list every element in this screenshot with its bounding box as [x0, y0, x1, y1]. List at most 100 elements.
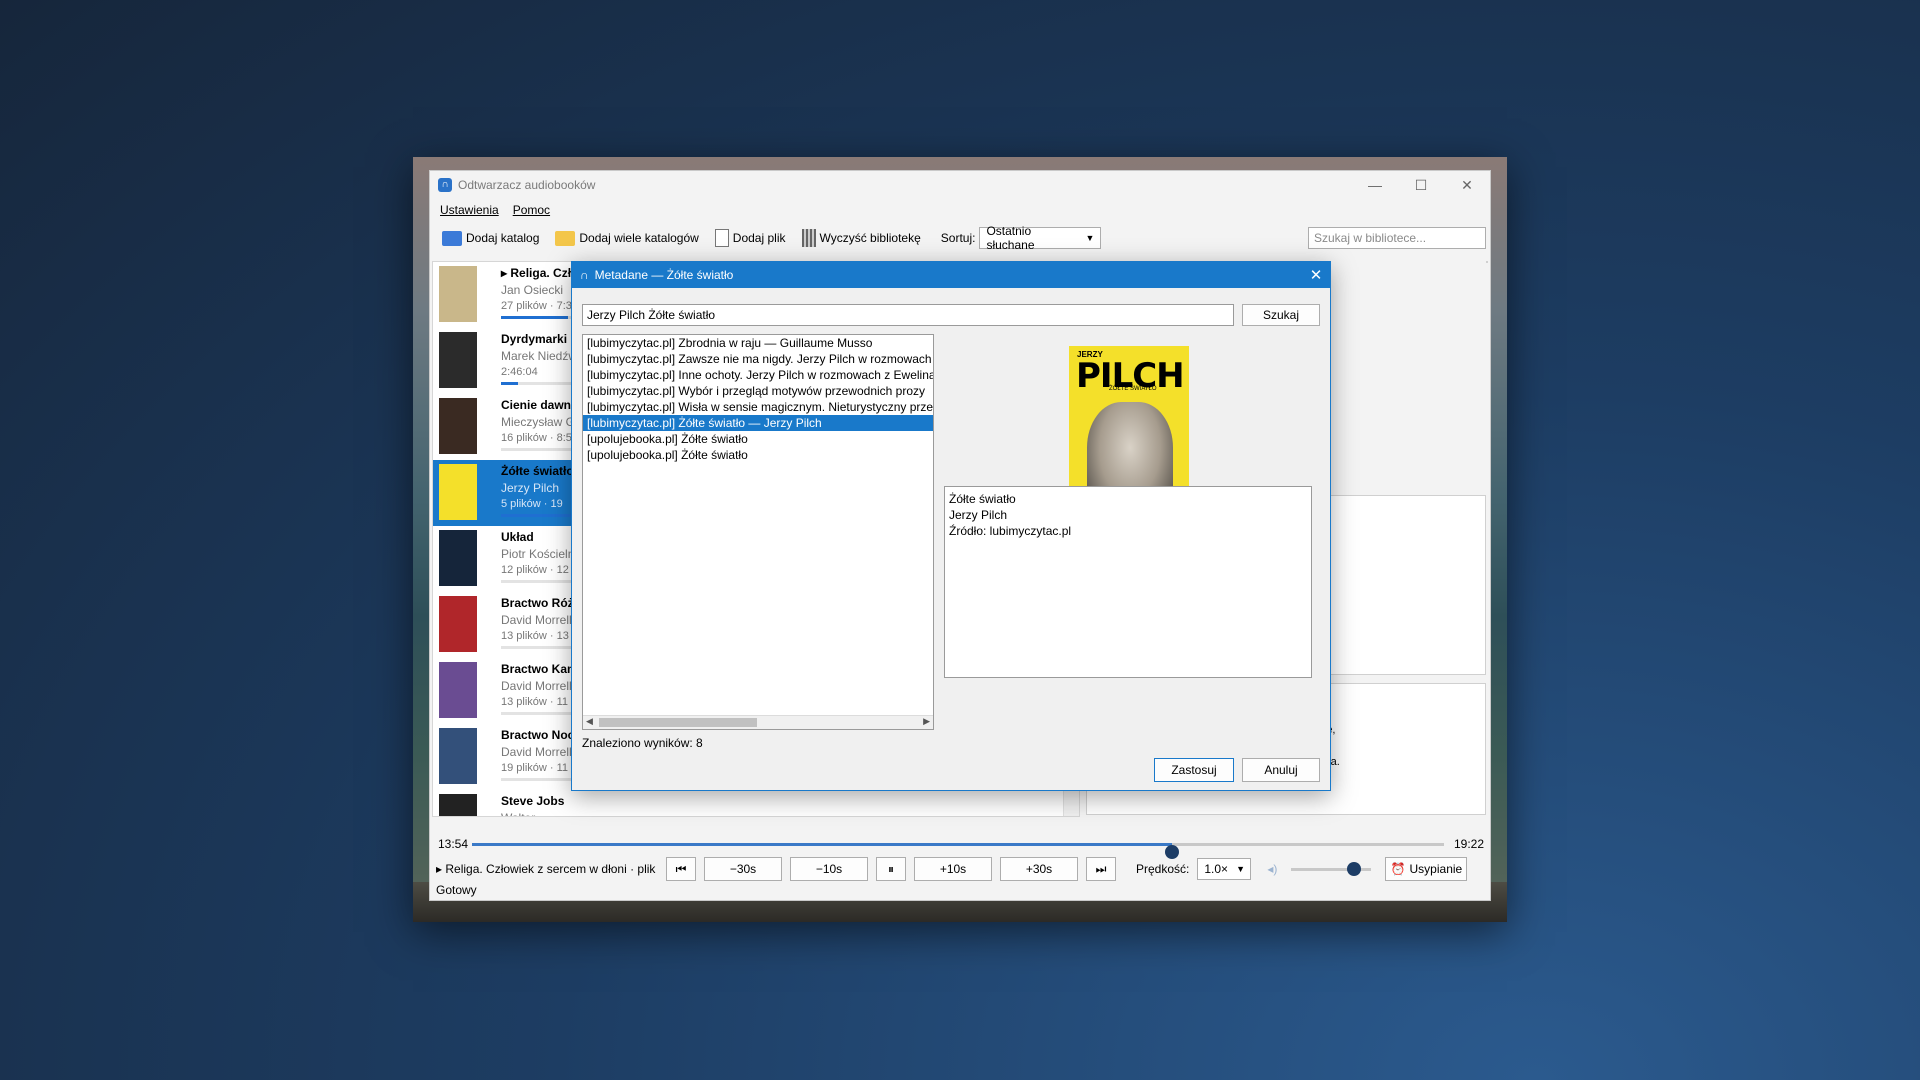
result-item[interactable]: [upolujebooka.pl] Żółte światło — [583, 447, 933, 463]
add-folder-label: Dodaj katalog — [466, 231, 540, 245]
horizontal-scrollbar[interactable]: ◀ ▶ — [583, 715, 933, 729]
headphones-icon: ∩ — [438, 178, 452, 192]
metadata-preview: Żółte światło Jerzy Pilch Źródło: lubimy… — [944, 486, 1312, 678]
add-folder-button[interactable]: Dodaj katalog — [436, 225, 545, 251]
book-author: David Morrell — [501, 745, 572, 759]
result-item[interactable]: [lubimyczytac.pl] Zawsze nie ma nigdy. J… — [583, 351, 933, 367]
book-info: 12 plików · 12 — [501, 564, 569, 576]
add-file-label: Dodaj plik — [732, 231, 786, 245]
book-progress-fill — [501, 382, 518, 385]
book-author: Jerzy Pilch — [501, 481, 560, 495]
window-title: Odtwarzacz audiobooków — [458, 178, 596, 192]
book-title: Bractwo Noc — [501, 728, 575, 742]
add-many-folders-button[interactable]: Dodaj wiele katalogów — [549, 225, 704, 251]
scroll-right-icon[interactable]: ▶ — [923, 716, 930, 727]
book-author: Marek Niedźw — [501, 349, 578, 363]
cover-subtitle: ŻÓŁTE ŚWIATŁO — [1109, 386, 1157, 392]
skip-next-icon: ⏭ — [1095, 861, 1107, 876]
menu-settings[interactable]: Ustawienia — [440, 203, 499, 217]
menu-bar: Ustawienia Pomoc — [430, 199, 1490, 221]
metadata-search-button[interactable]: Szukaj — [1242, 304, 1320, 326]
seek-bar[interactable]: 13:54 19:22 — [438, 835, 1484, 859]
book-info: 13 plików · 11 — [501, 696, 569, 708]
book-author: David Morrell — [501, 679, 572, 693]
results-list[interactable]: [lubimyczytac.pl] Zbrodnia w raju — Guil… — [582, 334, 934, 730]
dialog-title: Metadane — Żółte światło — [594, 268, 734, 282]
book-cover-thumbnail — [439, 464, 477, 520]
forward-10-button[interactable]: +10s — [914, 857, 992, 881]
alarm-clock-icon: ⏰ — [1390, 862, 1406, 876]
meta-author: Jerzy Pilch — [949, 508, 1008, 522]
headphones-icon: ∩ — [580, 268, 589, 282]
book-title: Układ — [501, 530, 534, 544]
menu-help[interactable]: Pomoc — [513, 203, 550, 217]
book-cover-thumbnail — [439, 728, 477, 784]
book-cover-thumbnail — [439, 794, 477, 816]
dialog-close-button[interactable]: ✕ — [1302, 266, 1330, 284]
metadata-search-input[interactable]: Jerzy Pilch Żółte światło — [582, 304, 1234, 326]
sleep-timer-button[interactable]: ⏰ Usypianie — [1385, 857, 1468, 881]
player-controls: ▸ Religa. Człowiek z sercem w dłoni · pl… — [436, 856, 1488, 882]
dialog-title-bar: ∩ Metadane — Żółte światło ✕ — [572, 262, 1330, 288]
pause-icon: ⏸ — [887, 861, 894, 876]
book-info: 2:46:04 — [501, 366, 538, 378]
book-cover-thumbnail — [439, 596, 477, 652]
pause-button[interactable]: ⏸ — [876, 857, 906, 881]
book-author: Piotr Kościeln — [501, 547, 575, 561]
library-item[interactable]: Steve Jobs Walter — [433, 790, 1073, 816]
book-title: Cienie dawny — [501, 398, 578, 412]
library-search-input[interactable]: Szukaj w bibliotece... — [1308, 227, 1486, 249]
sort-select[interactable]: Ostatnio słuchane ▼ — [979, 224, 1102, 252]
previous-button[interactable]: ⏮ — [666, 857, 696, 881]
book-author: David Morrell — [501, 613, 572, 627]
close-button[interactable]: ✕ — [1444, 177, 1490, 194]
book-title: Bractwo Róż — [501, 596, 574, 610]
scroll-left-icon[interactable]: ◀ — [586, 716, 593, 727]
result-item[interactable]: [upolujebooka.pl] Żółte światło — [583, 431, 933, 447]
status-bar: Gotowy — [436, 883, 477, 897]
book-title: Dyrdymarki — [501, 332, 568, 346]
book-cover-thumbnail — [439, 332, 477, 388]
title-bar: ∩ Odtwarzacz audiobooków — ☐ ✕ — [430, 171, 1490, 199]
book-cover-thumbnail — [439, 530, 477, 586]
clear-library-button[interactable]: Wyczyść bibliotekę — [796, 225, 927, 251]
trash-icon — [801, 229, 816, 247]
meta-title: Żółte światło — [949, 492, 1016, 506]
result-item[interactable]: [lubimyczytac.pl] Zbrodnia w raju — Guil… — [583, 335, 933, 351]
chevron-down-icon: ▼ — [1085, 233, 1095, 243]
volume-slider[interactable] — [1291, 861, 1372, 876]
book-info: 19 plików · 11 — [501, 762, 569, 774]
maximize-button[interactable]: ☐ — [1398, 177, 1444, 194]
seek-fill — [472, 843, 1172, 846]
back-30-button[interactable]: −30s — [704, 857, 782, 881]
cancel-button[interactable]: Anuluj — [1242, 758, 1320, 782]
result-item[interactable]: [lubimyczytac.pl] Inne ochoty. Jerzy Pil… — [583, 367, 933, 383]
speed-select[interactable]: 1.0× ▼ — [1197, 858, 1252, 880]
result-item[interactable]: [lubimyczytac.pl] Wybór i przegląd motyw… — [583, 383, 933, 399]
book-author: Walter — [501, 811, 535, 816]
add-many-label: Dodaj wiele katalogów — [579, 231, 699, 245]
scroll-thumb[interactable] — [599, 718, 757, 727]
book-info: 5 plików · 19 — [501, 498, 563, 510]
file-icon — [714, 229, 729, 247]
forward-30-button[interactable]: +30s — [1000, 857, 1078, 881]
book-info: 13 plików · 13 — [501, 630, 569, 642]
sort-value: Ostatnio słuchane — [986, 224, 1035, 252]
volume-handle[interactable] — [1346, 861, 1361, 876]
result-item[interactable]: [lubimyczytac.pl] Żółte światło — Jerzy … — [583, 415, 933, 431]
apply-button[interactable]: Zastosuj — [1154, 758, 1234, 782]
chevron-down-icon: ▼ — [1236, 864, 1245, 874]
book-info: 16 plików · 8:5 — [501, 432, 572, 444]
back-10-button[interactable]: −10s — [790, 857, 868, 881]
book-progress-fill — [501, 316, 569, 319]
minimize-button[interactable]: — — [1352, 177, 1398, 194]
add-file-button[interactable]: Dodaj plik — [709, 225, 792, 251]
current-time: 13:54 — [438, 837, 469, 851]
seek-track[interactable] — [472, 843, 1444, 859]
next-button[interactable]: ⏭ — [1086, 857, 1116, 881]
total-time: 19:22 — [1453, 837, 1484, 851]
results-count: Znaleziono wyników: 8 — [582, 736, 703, 750]
clear-library-label: Wyczyść bibliotekę — [819, 231, 921, 245]
volume-icon: ◂) — [1267, 862, 1278, 876]
result-item[interactable]: [lubimyczytac.pl] Wisła w sensie magiczn… — [583, 399, 933, 415]
